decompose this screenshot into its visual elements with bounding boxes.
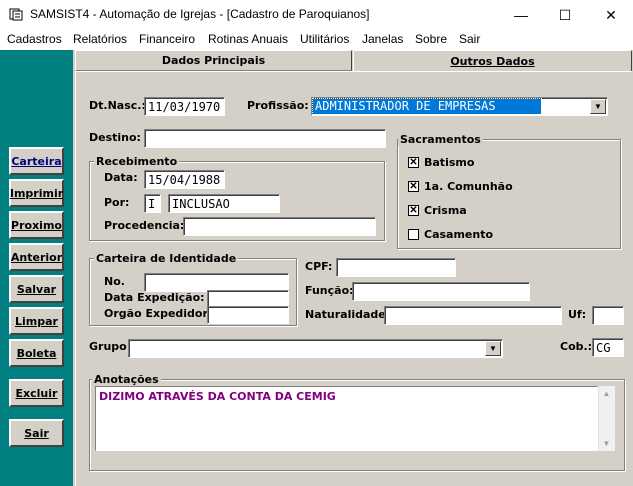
carteira-button[interactable]: Carteira xyxy=(9,147,64,175)
destino-label: Destino: xyxy=(89,131,141,144)
batismo-checkbox[interactable]: ✕ xyxy=(408,157,419,168)
funcao-label: Função: xyxy=(305,284,354,297)
grupo-label: Grupo: xyxy=(89,340,132,353)
data-label: Data: xyxy=(104,171,138,184)
imprimir-button[interactable]: Imprimir xyxy=(9,179,64,207)
sair-button[interactable]: Sair xyxy=(9,419,64,447)
scroll-down-icon[interactable]: ▼ xyxy=(599,436,614,451)
casamento-label: Casamento xyxy=(424,228,494,241)
close-button[interactable]: ✕ xyxy=(589,0,633,30)
comunhao-checkbox-row[interactable]: ✕ 1a. Comunhão xyxy=(408,180,513,193)
batismo-label: Batismo xyxy=(424,156,475,169)
sacramentos-title: Sacramentos xyxy=(398,133,483,146)
menu-cadastros[interactable]: Cadastros xyxy=(7,32,62,46)
uf-input[interactable] xyxy=(592,306,624,325)
tab-dados-principais[interactable]: Dados Principais xyxy=(75,50,352,71)
por-input[interactable]: INCLUSAO xyxy=(168,194,280,213)
maximize-icon: ☐ xyxy=(558,6,572,23)
cob-input[interactable]: CG xyxy=(592,338,624,357)
profissao-select[interactable]: ADMINISTRADOR DE EMPRESAS xyxy=(311,97,608,116)
por-code-input[interactable]: I xyxy=(144,194,161,213)
tab-outros-dados-label: Outros Dados xyxy=(450,54,535,68)
no-label: No. xyxy=(104,275,125,288)
chevron-down-icon: ▼ xyxy=(489,344,497,353)
anotacoes-scrollbar[interactable]: ▲ ▼ xyxy=(598,386,615,451)
menu-relatorios[interactable]: Relatórios xyxy=(73,32,127,46)
salvar-button[interactable]: Salvar xyxy=(9,275,64,303)
grupo-dropdown-button[interactable]: ▼ xyxy=(485,341,501,356)
naturalidade-label: Naturalidade: xyxy=(305,308,391,321)
grupo-select[interactable] xyxy=(128,339,503,358)
data-expedicao-label: Data Expedição: xyxy=(104,291,205,304)
crisma-checkbox[interactable]: ✕ xyxy=(408,205,419,216)
anotacoes-title: Anotações xyxy=(92,373,161,386)
window-title: SAMSIST4 - Automação de Igrejas - [Cadas… xyxy=(30,7,370,21)
app-icon xyxy=(9,8,23,21)
dtnasc-label: Dt.Nasc.: xyxy=(89,99,146,112)
comunhao-label: 1a. Comunhão xyxy=(424,180,513,193)
orgao-expedidor-label: Orgão Expedidor: xyxy=(104,307,213,320)
procedencia-label: Procedencia: xyxy=(104,219,185,232)
menu-janelas[interactable]: Janelas xyxy=(362,32,403,46)
anterior-button[interactable]: Anterior xyxy=(9,243,64,271)
procedencia-input[interactable] xyxy=(183,217,376,236)
data-recebimento-input[interactable]: 15/04/1988 xyxy=(144,170,225,189)
menu-rotinas-anuais[interactable]: Rotinas Anuais xyxy=(208,32,288,46)
profissao-label: Profissão: xyxy=(247,99,309,112)
boleta-button[interactable]: Boleta xyxy=(9,339,64,367)
tab-outros-dados[interactable]: Outros Dados xyxy=(353,50,632,71)
destino-input[interactable] xyxy=(144,129,386,148)
cpf-input[interactable] xyxy=(336,258,456,277)
batismo-checkbox-row[interactable]: ✕ Batismo xyxy=(408,156,474,169)
proximo-button[interactable]: Proximo xyxy=(9,211,64,239)
carteira-identidade-title: Carteira de Identidade xyxy=(94,252,239,265)
menu-financeiro[interactable]: Financeiro xyxy=(139,32,195,46)
close-icon: ✕ xyxy=(605,6,617,23)
recebimento-title: Recebimento xyxy=(94,155,180,168)
uf-label: Uf: xyxy=(568,308,587,321)
minimize-icon: — xyxy=(514,7,528,23)
por-label: Por: xyxy=(104,196,130,209)
comunhao-checkbox[interactable]: ✕ xyxy=(408,181,419,192)
cob-label: Cob.: xyxy=(560,340,593,353)
excluir-button[interactable]: Excluir xyxy=(9,379,64,407)
crisma-checkbox-row[interactable]: ✕ Crisma xyxy=(408,204,467,217)
maximize-button[interactable]: ☐ xyxy=(543,0,587,30)
casamento-checkbox[interactable] xyxy=(408,229,419,240)
casamento-checkbox-row[interactable]: Casamento xyxy=(408,228,493,241)
chevron-down-icon: ▼ xyxy=(594,102,602,111)
anotacoes-textarea[interactable]: DIZIMO ATRAVÉS DA CONTA DA CEMIG xyxy=(95,386,598,451)
scroll-up-icon[interactable]: ▲ xyxy=(599,386,614,401)
orgao-expedidor-input[interactable] xyxy=(207,306,289,324)
funcao-input[interactable] xyxy=(352,282,530,301)
profissao-dropdown-button[interactable]: ▼ xyxy=(590,99,606,114)
cpf-label: CPF: xyxy=(305,260,333,273)
minimize-button[interactable]: — xyxy=(499,0,543,30)
menu-utilitarios[interactable]: Utilitários xyxy=(300,32,349,46)
naturalidade-input[interactable] xyxy=(384,306,562,325)
limpar-button[interactable]: Limpar xyxy=(9,307,64,335)
crisma-label: Crisma xyxy=(424,204,467,217)
tab-dados-principais-label: Dados Principais xyxy=(161,54,266,67)
profissao-selected-value: ADMINISTRADOR DE EMPRESAS xyxy=(312,98,542,115)
menu-sobre[interactable]: Sobre xyxy=(415,32,447,46)
dtnasc-input[interactable]: 11/03/1970 xyxy=(144,97,225,116)
data-expedicao-input[interactable] xyxy=(207,290,289,307)
menu-sair[interactable]: Sair xyxy=(459,32,480,46)
